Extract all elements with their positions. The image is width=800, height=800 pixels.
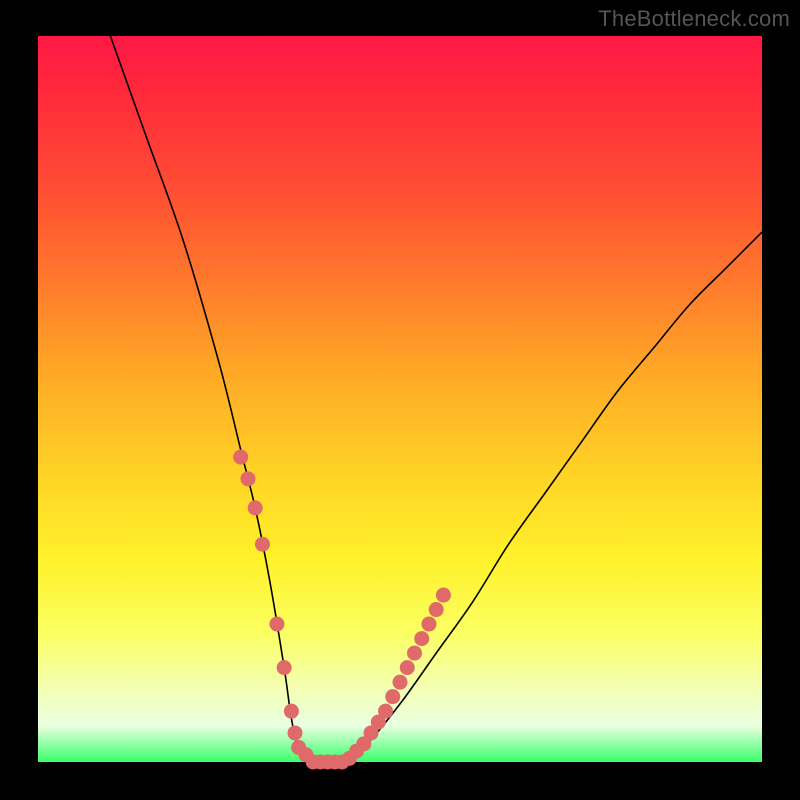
highlight-dot <box>255 537 270 552</box>
plot-area <box>38 36 762 762</box>
highlight-dot <box>429 602 444 617</box>
highlight-dot <box>240 471 255 486</box>
highlight-dot <box>233 450 248 465</box>
highlight-dots <box>233 450 451 770</box>
watermark-text: TheBottleneck.com <box>598 6 790 32</box>
highlight-dot <box>385 689 400 704</box>
highlight-dot <box>421 617 436 632</box>
highlight-dot <box>436 588 451 603</box>
highlight-dot <box>414 631 429 646</box>
highlight-dot <box>277 660 292 675</box>
highlight-dot <box>284 704 299 719</box>
highlight-dot <box>248 500 263 515</box>
highlight-dot <box>378 704 393 719</box>
highlight-dot <box>269 617 284 632</box>
highlight-dot <box>393 675 408 690</box>
curve-line <box>110 36 762 763</box>
highlight-dot <box>288 725 303 740</box>
highlight-dot <box>400 660 415 675</box>
chart-svg <box>38 36 762 762</box>
highlight-dot <box>407 646 422 661</box>
chart-root: TheBottleneck.com <box>0 0 800 800</box>
